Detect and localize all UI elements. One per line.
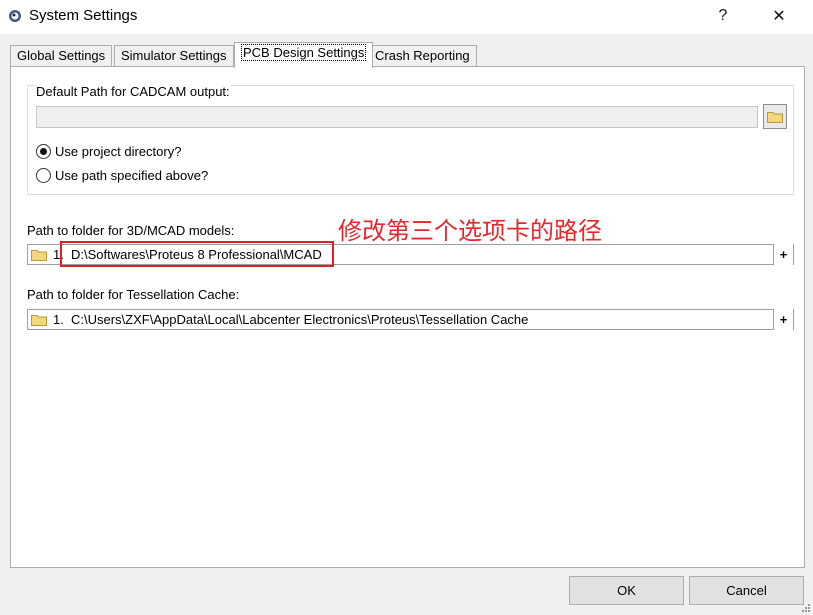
add-mcad-path-button[interactable]: + <box>773 244 793 265</box>
add-tessellation-path-button[interactable]: + <box>773 309 793 330</box>
help-button[interactable]: ? <box>700 0 746 32</box>
radio-use-project-directory[interactable]: Use project directory? <box>36 142 181 160</box>
close-button[interactable]: ✕ <box>756 0 802 32</box>
tab-pcb-design-label: PCB Design Settings <box>241 44 367 61</box>
tessellation-path-list[interactable]: 1. C:\Users\ZXF\AppData\Local\Labcenter … <box>27 309 794 330</box>
annotation-text: 修改第三个选项卡的路径 <box>338 217 602 245</box>
cadcam-path-input[interactable] <box>36 106 758 128</box>
radio-button-unchecked[interactable] <box>36 167 51 183</box>
folder-icon <box>31 315 47 326</box>
window-title: System Settings <box>29 7 138 24</box>
folder-icon <box>767 112 783 123</box>
cadcam-output-legend: Default Path for CADCAM output: <box>35 84 231 99</box>
tessellation-item-path[interactable]: C:\Users\ZXF\AppData\Local\Labcenter Ele… <box>71 312 528 327</box>
tab-simulator-settings[interactable]: Simulator Settings <box>114 45 234 67</box>
tab-pcb-design-settings[interactable]: PCB Design Settings <box>234 42 374 68</box>
radio-label-path-specified: Use path specified above? <box>55 167 209 183</box>
tab-strip: Global Settings Simulator Settings PCB D… <box>10 42 810 68</box>
tessellation-item-number: 1. <box>53 312 64 327</box>
folder-icon <box>31 250 47 261</box>
cancel-button[interactable]: Cancel <box>689 576 804 605</box>
pcb-design-settings-panel: Default Path for CADCAM output: Use proj… <box>10 66 805 568</box>
browse-folder-button[interactable] <box>763 104 787 129</box>
radio-use-path-specified[interactable]: Use path specified above? <box>36 166 208 184</box>
radio-button-checked[interactable] <box>36 143 51 159</box>
title-bar: System Settings ? ✕ <box>0 0 813 34</box>
tab-global-settings[interactable]: Global Settings <box>10 45 113 67</box>
cadcam-output-group: Default Path for CADCAM output: Use proj… <box>27 84 794 195</box>
app-icon <box>9 10 21 22</box>
resize-grip-icon[interactable] <box>801 603 811 613</box>
tab-crash-reporting[interactable]: Crash Reporting <box>368 45 477 67</box>
radio-label-project-directory: Use project directory? <box>55 143 182 159</box>
mcad-models-label: Path to folder for 3D/MCAD models: <box>27 223 235 238</box>
highlight-box <box>60 241 334 267</box>
ok-button[interactable]: OK <box>569 576 684 605</box>
tessellation-cache-label: Path to folder for Tessellation Cache: <box>27 287 240 302</box>
